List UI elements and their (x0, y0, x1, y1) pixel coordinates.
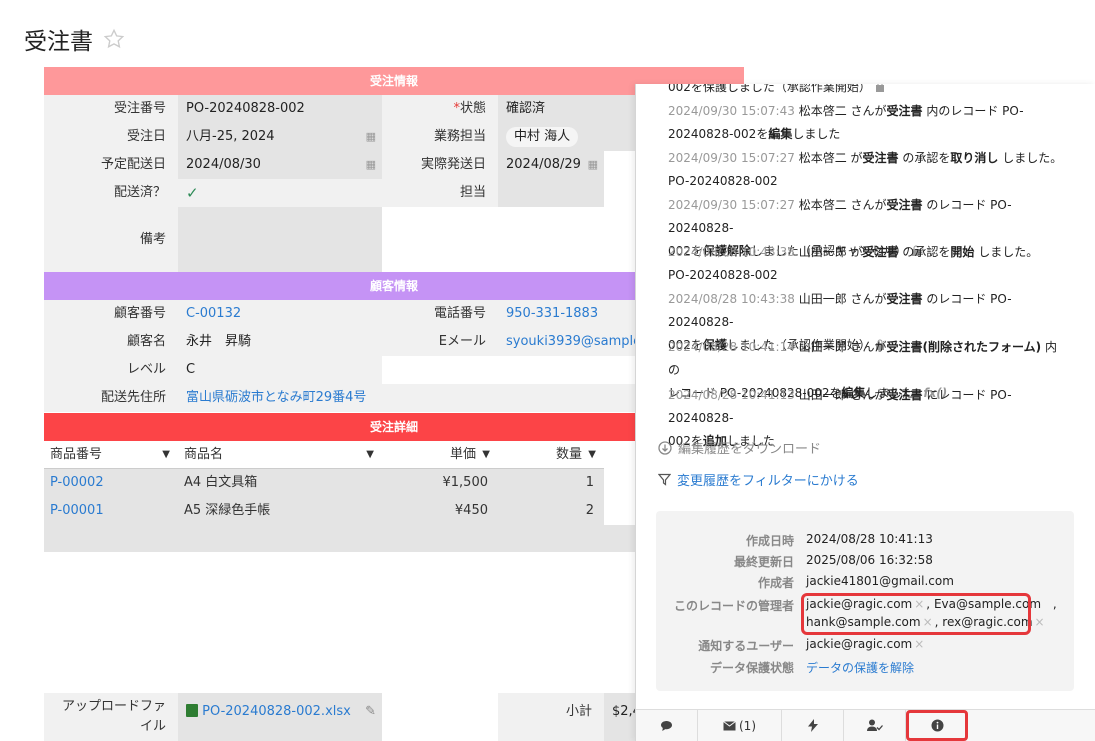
subtotal-label: 小計 (498, 693, 604, 741)
calendar-icon[interactable]: ▦ (366, 151, 376, 179)
tab-comments[interactable] (636, 710, 698, 741)
order-date-field[interactable]: 八月-25, 2024 ▦ (178, 123, 382, 151)
sort-caret-icon[interactable]: ▼ (588, 441, 596, 469)
order-date-label: 受注日 (44, 123, 178, 151)
notes-field[interactable] (178, 207, 382, 272)
remove-icon[interactable]: × (914, 637, 924, 651)
actual-ship-field[interactable]: 2024/08/29 ▦ (498, 151, 604, 179)
staff-label: 業務担当 (382, 123, 498, 151)
info-icon (931, 719, 943, 732)
created-value: 2024/08/28 10:41:13 (806, 532, 933, 546)
upload-field[interactable]: PO-20240828-002.xlsx ✎ (178, 693, 382, 741)
planned-ship-field[interactable]: 2024/08/30 ▦ (178, 151, 382, 179)
upload-label: アップロードファ イル (44, 693, 178, 741)
comment-icon (661, 720, 672, 731)
tab-info[interactable] (906, 710, 968, 741)
status-label: *状態 (382, 95, 498, 123)
cust-name-value[interactable]: 永井 昇騎 (178, 328, 382, 356)
mail-icon (723, 720, 736, 730)
record-metadata: 作成日時 2024/08/28 10:41:13 最終更新日 2025/08/0… (656, 511, 1074, 691)
filter-icon (658, 473, 671, 486)
notify-value: jackie@ragic.com × (806, 637, 925, 651)
managers-label: このレコードの管理者 (673, 599, 794, 613)
calendar-icon[interactable]: ▦ (366, 123, 376, 151)
created-label: 作成日時 (745, 534, 794, 548)
table-row-product-name[interactable]: A5 深緑色手帳 (178, 497, 382, 525)
col-price[interactable]: 単価 ▼ (382, 441, 498, 469)
notify-label: 通知するユーザー (698, 639, 794, 653)
table-row-price[interactable]: ¥1,500 (382, 469, 498, 497)
history-fragment: 002を保護しました（承認作業開始） (668, 84, 1068, 99)
download-icon (658, 440, 672, 455)
updated-label: 最終更新日 (733, 555, 794, 569)
history-entry: 2024/08/28 10:43:38 山田一郎 が受注書 の承認を開始 しまし… (668, 245, 1039, 282)
level-label: レベル (44, 356, 178, 384)
phone-label: 電話番号 (382, 300, 498, 328)
unprotect-link[interactable]: データの保護を解除 (806, 659, 914, 676)
table-row-qty[interactable]: 1 (498, 469, 604, 497)
col-product-name[interactable]: 商品名 ▼ (178, 441, 382, 469)
assignee-label: 担当 (382, 179, 498, 207)
file-link[interactable]: PO-20240828-002.xlsx (202, 704, 351, 719)
protect-label: データ保護状態 (709, 661, 794, 675)
sort-caret-icon[interactable]: ▼ (162, 441, 170, 469)
order-no-label: 受注番号 (44, 95, 178, 123)
col-product-no[interactable]: 商品番号 ▼ (44, 441, 178, 469)
paperclip-icon[interactable]: ✎ (365, 693, 376, 731)
table-row-product-name[interactable]: A4 白文具箱 (178, 469, 382, 497)
order-no-value[interactable]: PO-20240828-002 (178, 95, 382, 123)
sort-caret-icon[interactable]: ▼ (366, 441, 374, 469)
actual-ship-label: 実際発送日 (382, 151, 498, 179)
tab-mail[interactable]: (1) (698, 710, 782, 741)
notes-label: 備考 (44, 207, 178, 272)
email-label: Eメール (382, 328, 498, 356)
history-entry: 2024/09/30 15:07:43 松本啓二 さんが受注書 内のレコード P… (668, 104, 1024, 141)
history-entry: 2024/09/30 15:07:27 松本啓二 が受注書 の承認を取り消し し… (668, 151, 1063, 188)
creator-label: 作成者 (757, 576, 794, 590)
filter-history-link[interactable]: 変更履歴をフィルターにかける (658, 470, 859, 489)
lightning-icon (807, 719, 818, 732)
star-icon[interactable] (103, 28, 125, 50)
delivered-check-icon[interactable]: ✓ (178, 179, 382, 207)
updated-value: 2025/08/06 16:32:58 (806, 553, 933, 567)
planned-ship-label: 予定配送日 (44, 151, 178, 179)
calendar-icon[interactable]: ▦ (588, 151, 598, 179)
tab-actions[interactable] (782, 710, 844, 741)
tab-assign[interactable] (844, 710, 906, 741)
staff-chip[interactable]: 中村 海人 (506, 127, 579, 147)
managers-highlight (801, 593, 1031, 635)
table-row-qty[interactable]: 2 (498, 497, 604, 525)
record-info-panel: 002を保護しました（承認作業開始） 2024/09/30 15:07:43 松… (635, 84, 1095, 741)
address-label: 配送先住所 (44, 384, 178, 412)
download-history-link[interactable]: 編集履歴をダウンロード (658, 438, 821, 457)
assignee-field[interactable] (498, 179, 604, 207)
cust-name-label: 顧客名 (44, 328, 178, 356)
creator-value: jackie41801@gmail.com (806, 574, 954, 588)
excel-file-icon (186, 704, 198, 717)
page-title: 受注書 (24, 29, 93, 55)
cust-no-label: 顧客番号 (44, 300, 178, 328)
remove-icon[interactable]: × (1035, 615, 1045, 629)
cust-no-link[interactable]: C-00132 (178, 300, 382, 328)
table-row-price[interactable]: ¥450 (382, 497, 498, 525)
level-value[interactable]: C (178, 356, 382, 384)
sort-caret-icon[interactable]: ▼ (482, 441, 490, 469)
lock-icon (875, 84, 884, 92)
user-check-icon (866, 719, 883, 731)
table-row-product-no[interactable]: P-00002 (44, 469, 178, 497)
panel-tabbar: (1) (636, 709, 1095, 741)
col-qty[interactable]: 数量 ▼ (498, 441, 604, 469)
title-bar: 受注書 (24, 22, 125, 56)
delivered-label: 配送済？ (44, 179, 178, 207)
table-row-product-no[interactable]: P-00001 (44, 497, 178, 525)
